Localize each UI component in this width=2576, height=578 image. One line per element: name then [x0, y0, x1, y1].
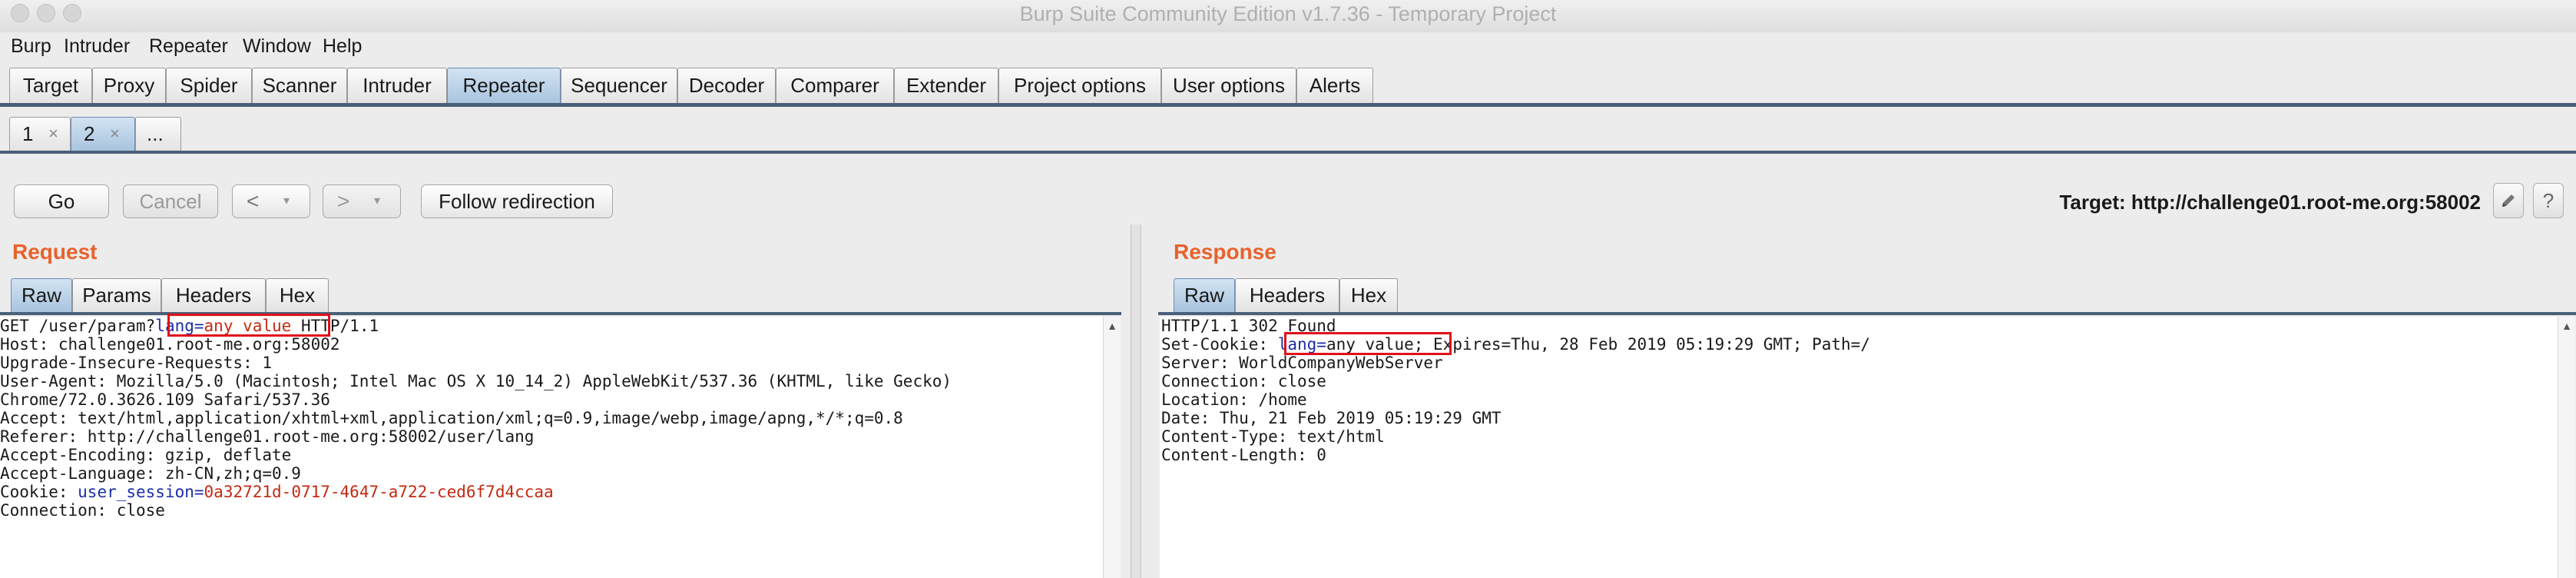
- help-button[interactable]: ?: [2533, 183, 2564, 218]
- menu-bar: Burp Intruder Repeater Window Help: [0, 32, 2576, 61]
- title-bar: Burp Suite Community Edition v1.7.36 - T…: [0, 0, 2576, 33]
- scroll-up-icon[interactable]: ▲: [2558, 320, 2575, 332]
- tab-target[interactable]: Target: [9, 68, 92, 103]
- burp-window: Burp Suite Community Edition v1.7.36 - T…: [0, 0, 2576, 578]
- header-line: Host: challenge01.root-me.org:58002: [0, 335, 340, 354]
- header-line: Chrome/72.0.3626.109 Safari/537.36: [0, 390, 330, 409]
- close-icon[interactable]: ×: [48, 118, 58, 150]
- tab-project-options[interactable]: Project options: [998, 68, 1161, 103]
- request-title: Request: [12, 240, 98, 264]
- response-tab-divider: [1158, 312, 2576, 315]
- response-editor[interactable]: HTTP/1.1 302 Found Set-Cookie: lang=any …: [1160, 317, 2558, 578]
- menu-window[interactable]: Window: [243, 35, 311, 58]
- set-cookie-line: Set-Cookie: lang=any value; Expires=Thu,…: [1161, 335, 1870, 354]
- cookie-line: Cookie: user_session=0a32721d-0717-4647-…: [0, 483, 554, 501]
- header-line: User-Agent: Mozilla/5.0 (Macintosh; Inte…: [0, 372, 952, 390]
- window-title: Burp Suite Community Edition v1.7.36 - T…: [1019, 2, 1557, 25]
- header-line: Content-Length: 0: [1161, 446, 1326, 464]
- back-button[interactable]: < ▾: [232, 184, 310, 218]
- header-line: Content-Type: text/html: [1161, 427, 1385, 446]
- response-title: Response: [1174, 240, 1276, 264]
- pencil-icon: [2502, 194, 2515, 207]
- follow-redirection-button[interactable]: Follow redirection: [421, 184, 613, 218]
- response-tab-raw[interactable]: Raw: [1174, 278, 1235, 312]
- tab-intruder[interactable]: Intruder: [347, 68, 447, 103]
- header-line: Connection: close: [0, 501, 165, 520]
- highlight-box: [1284, 332, 1452, 355]
- scroll-up-icon[interactable]: ▲: [1104, 320, 1121, 332]
- menu-intruder[interactable]: Intruder: [64, 35, 130, 58]
- close-icon[interactable]: ×: [110, 118, 120, 150]
- menu-repeater[interactable]: Repeater: [149, 35, 228, 58]
- repeater-tab-2-label: 2: [84, 122, 95, 145]
- tab-scanner[interactable]: Scanner: [252, 68, 347, 103]
- cancel-button[interactable]: Cancel: [123, 184, 218, 218]
- tab-sequencer[interactable]: Sequencer: [561, 68, 677, 103]
- repeater-tab-1-label: 1: [22, 122, 34, 145]
- repeater-tab-new-label: ...: [147, 122, 164, 145]
- tab-proxy[interactable]: Proxy: [92, 68, 166, 103]
- header-line: Location: /home: [1161, 390, 1307, 409]
- forward-button[interactable]: > ▾: [323, 184, 401, 218]
- tab-comparer[interactable]: Comparer: [776, 68, 894, 103]
- main-tab-divider: [0, 103, 2576, 107]
- header-line: Date: Thu, 21 Feb 2019 05:19:29 GMT: [1161, 409, 1502, 427]
- pane-splitter[interactable]: [1131, 224, 1141, 578]
- repeater-tab-1[interactable]: 1 ×: [9, 117, 71, 151]
- header-line: Accept-Language: zh-CN,zh;q=0.9: [0, 464, 301, 483]
- target-label: Target: http://challenge01.root-me.org:5…: [2059, 191, 2481, 214]
- help-icon: ?: [2542, 189, 2554, 212]
- tab-alerts[interactable]: Alerts: [1296, 68, 1373, 103]
- tab-user-options[interactable]: User options: [1161, 68, 1296, 103]
- header-line: Accept: text/html,application/xhtml+xml,…: [0, 409, 903, 427]
- header-line: Connection: close: [1161, 372, 1326, 390]
- edit-target-button[interactable]: [2493, 183, 2524, 218]
- request-tab-params[interactable]: Params: [72, 278, 161, 312]
- forward-arrow-icon: >: [337, 189, 350, 213]
- tab-extender[interactable]: Extender: [894, 68, 998, 103]
- response-tab-headers[interactable]: Headers: [1235, 278, 1339, 312]
- request-tab-headers[interactable]: Headers: [161, 278, 266, 312]
- go-button[interactable]: Go: [14, 184, 109, 218]
- request-editor[interactable]: GET /user/param?lang=any value HTTP/1.1 …: [0, 314, 1103, 578]
- header-line: Referer: http://challenge01.root-me.org:…: [0, 427, 535, 446]
- response-tab-hex[interactable]: Hex: [1339, 278, 1398, 312]
- menu-help[interactable]: Help: [323, 35, 362, 58]
- response-scrollbar[interactable]: ▲: [2558, 317, 2575, 578]
- chevron-down-icon: ▾: [283, 194, 290, 208]
- header-line: Accept-Encoding: gzip, deflate: [0, 446, 292, 464]
- repeater-tab-new[interactable]: ...: [135, 117, 181, 151]
- subtab-divider: [0, 151, 2576, 154]
- request-tab-hex[interactable]: Hex: [266, 278, 329, 312]
- cookie-value: 0a32721d-0717-4647-a722-ced6f7d4ccaa: [204, 483, 554, 501]
- header-line: Upgrade-Insecure-Requests: 1: [0, 354, 273, 372]
- tab-spider[interactable]: Spider: [166, 68, 252, 103]
- chevron-down-icon: ▾: [374, 194, 381, 208]
- highlight-box: [167, 314, 330, 337]
- header-line: Server: WorldCompanyWebServer: [1161, 354, 1443, 372]
- repeater-tab-2[interactable]: 2 ×: [71, 117, 135, 151]
- request-tab-raw[interactable]: Raw: [11, 278, 72, 312]
- cookie-name: user_session: [78, 483, 194, 501]
- tab-decoder[interactable]: Decoder: [677, 68, 776, 103]
- menu-burp[interactable]: Burp: [11, 35, 51, 58]
- request-scrollbar[interactable]: ▲: [1103, 317, 1121, 578]
- back-arrow-icon: <: [247, 189, 260, 213]
- tab-repeater[interactable]: Repeater: [447, 68, 561, 103]
